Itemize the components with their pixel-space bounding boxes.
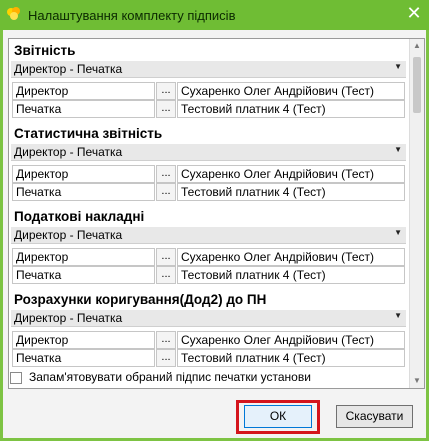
close-icon[interactable]: ✕: [403, 3, 425, 23]
role-label: Печатка: [16, 102, 62, 116]
role-cell: Директор: [12, 331, 155, 349]
app-logo-icon: [5, 5, 23, 23]
signer-cell: Тестовий платник 4 (Тест): [177, 183, 405, 201]
scroll-up-icon[interactable]: ▲: [413, 42, 421, 50]
browse-button[interactable]: ...: [156, 165, 176, 183]
browse-button[interactable]: ...: [156, 349, 176, 367]
select-value: Директор - Печатка: [14, 311, 123, 325]
scroll-thumb[interactable]: [413, 57, 421, 113]
signature-set-select[interactable]: Директор - Печатка ▼: [11, 61, 406, 78]
dialog-body: Звітність Директор - Печатка ▼ Директор …: [3, 30, 426, 438]
cancel-button[interactable]: Скасувати: [336, 405, 413, 428]
signer-cell: Тестовий платник 4 (Тест): [177, 100, 405, 118]
browse-button[interactable]: ...: [156, 183, 176, 201]
chevron-down-icon[interactable]: ▼: [394, 311, 402, 320]
role-cell: Печатка: [12, 266, 155, 284]
table-row: Печатка ... Тестовий платник 4 (Тест): [12, 100, 405, 118]
role-cell: Печатка: [12, 183, 155, 201]
table-row: Директор ... Сухаренко Олег Андрійович (…: [12, 248, 405, 266]
scroll-down-icon[interactable]: ▼: [413, 377, 421, 385]
role-label: Директор: [16, 84, 69, 98]
ok-button[interactable]: ОК: [244, 405, 312, 428]
signer-value: Сухаренко Олег Андрійович (Тест): [181, 250, 374, 264]
browse-button[interactable]: ...: [156, 248, 176, 266]
role-cell: Директор: [12, 248, 155, 266]
signer-cell: Сухаренко Олег Андрійович (Тест): [177, 82, 405, 100]
role-label: Печатка: [16, 351, 62, 365]
chevron-down-icon[interactable]: ▼: [394, 145, 402, 154]
browse-button[interactable]: ...: [156, 100, 176, 118]
signer-value: Сухаренко Олег Андрійович (Тест): [181, 333, 374, 347]
select-value: Директор - Печатка: [14, 62, 123, 76]
signature-set-select[interactable]: Директор - Печатка ▼: [11, 144, 406, 161]
role-cell: Печатка: [12, 100, 155, 118]
dialog-window: Налаштування комплекту підписів ✕ Звітні…: [0, 0, 429, 441]
signer-cell: Тестовий платник 4 (Тест): [177, 349, 405, 367]
signer-cell: Тестовий платник 4 (Тест): [177, 266, 405, 284]
table-row: Печатка ... Тестовий платник 4 (Тест): [12, 266, 405, 284]
table-row: Печатка ... Тестовий платник 4 (Тест): [12, 183, 405, 201]
role-cell: Печатка: [12, 349, 155, 367]
signer-value: Тестовий платник 4 (Тест): [181, 268, 326, 282]
role-cell: Директор: [12, 165, 155, 183]
role-label: Директор: [16, 333, 69, 347]
vertical-scrollbar[interactable]: ▲ ▼: [409, 39, 424, 388]
title-bar[interactable]: Налаштування комплекту підписів ✕: [0, 0, 429, 30]
select-value: Директор - Печатка: [14, 228, 123, 242]
browse-button[interactable]: ...: [156, 82, 176, 100]
table-row: Печатка ... Тестовий платник 4 (Тест): [12, 349, 405, 367]
chevron-down-icon[interactable]: ▼: [394, 228, 402, 237]
section-title: Розрахунки коригування(Дод2) до ПН: [14, 292, 267, 307]
browse-button[interactable]: ...: [156, 331, 176, 349]
signer-value: Тестовий платник 4 (Тест): [181, 351, 326, 365]
browse-button[interactable]: ...: [156, 266, 176, 284]
section-title: Статистична звітність: [14, 126, 163, 141]
signer-value: Сухаренко Олег Андрійович (Тест): [181, 167, 374, 181]
signer-cell: Сухаренко Олег Андрійович (Тест): [177, 248, 405, 266]
section-title: Податкові накладні: [14, 209, 145, 224]
signer-value: Сухаренко Олег Андрійович (Тест): [181, 84, 374, 98]
chevron-down-icon[interactable]: ▼: [394, 62, 402, 71]
signature-set-select[interactable]: Директор - Печатка ▼: [11, 310, 406, 327]
role-label: Печатка: [16, 268, 62, 282]
signer-cell: Сухаренко Олег Андрійович (Тест): [177, 165, 405, 183]
signer-cell: Сухаренко Олег Андрійович (Тест): [177, 331, 405, 349]
remember-seal-label[interactable]: Запам'ятовувати обраний підпис печатки у…: [29, 370, 311, 384]
role-cell: Директор: [12, 82, 155, 100]
signer-value: Тестовий платник 4 (Тест): [181, 102, 326, 116]
role-label: Директор: [16, 250, 69, 264]
role-label: Директор: [16, 167, 69, 181]
table-row: Директор ... Сухаренко Олег Андрійович (…: [12, 82, 405, 100]
remember-seal-checkbox[interactable]: [10, 372, 22, 384]
signature-set-select[interactable]: Директор - Печатка ▼: [11, 227, 406, 244]
window-title: Налаштування комплекту підписів: [28, 8, 236, 23]
section-title: Звітність: [14, 43, 76, 58]
table-row: Директор ... Сухаренко Олег Андрійович (…: [12, 165, 405, 183]
table-row: Директор ... Сухаренко Олег Андрійович (…: [12, 331, 405, 349]
select-value: Директор - Печатка: [14, 145, 123, 159]
role-label: Печатка: [16, 185, 62, 199]
signer-value: Тестовий платник 4 (Тест): [181, 185, 326, 199]
sections-scroll-area[interactable]: Звітність Директор - Печатка ▼ Директор …: [8, 38, 425, 389]
